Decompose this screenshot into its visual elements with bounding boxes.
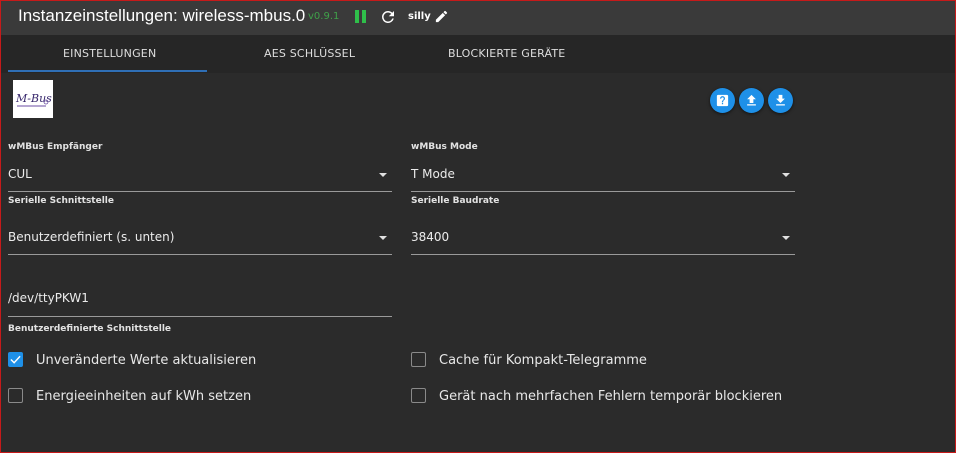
custom-interface-field[interactable] bbox=[8, 287, 392, 317]
baudrate-value: 38400 bbox=[411, 230, 450, 244]
page-title: Instanzeinstellungen: wireless-mbus.0 bbox=[18, 6, 306, 25]
chevron-down-icon bbox=[782, 236, 790, 240]
chevron-down-icon bbox=[379, 173, 387, 177]
compact-cache-label: Cache für Kompakt-Telegramme bbox=[439, 353, 647, 368]
chevron-down-icon bbox=[782, 173, 790, 177]
baudrate-label: Serielle Baudrate bbox=[411, 196, 500, 206]
help-icon bbox=[716, 94, 729, 107]
energy-kwh-checkbox[interactable] bbox=[8, 388, 23, 403]
tab-bar: EINSTELLUNGEN AES SCHLÜSSEL BLOCKIERTE G… bbox=[1, 35, 955, 73]
tab-einstellungen[interactable]: EINSTELLUNGEN bbox=[63, 47, 156, 60]
checkmark-icon bbox=[10, 355, 21, 364]
serial-interface-value: Benutzerdefiniert (s. unten) bbox=[8, 230, 175, 244]
update-unchanged-label: Unveränderte Werte aktualisieren bbox=[36, 353, 257, 368]
upload-button[interactable] bbox=[739, 88, 764, 113]
block-device-label: Gerät nach mehrfachen Fehlern temporär b… bbox=[439, 389, 783, 404]
serial-interface-label: Serielle Schnittstelle bbox=[8, 196, 114, 206]
tab-aes-schluessel[interactable]: AES SCHLÜSSEL bbox=[264, 47, 355, 60]
help-button[interactable] bbox=[710, 88, 735, 113]
receiver-value: CUL bbox=[8, 167, 32, 181]
log-level-label: silly bbox=[408, 11, 431, 22]
reload-icon[interactable] bbox=[379, 8, 397, 26]
serial-interface-select[interactable]: Benutzerdefiniert (s. unten) bbox=[8, 225, 392, 255]
upload-icon bbox=[747, 94, 756, 106]
logo-text: M-Bus bbox=[15, 92, 52, 105]
mode-select[interactable]: T Mode bbox=[411, 162, 795, 192]
compact-cache-checkbox[interactable] bbox=[411, 352, 426, 367]
download-icon bbox=[776, 94, 785, 106]
title-bar: Instanzeinstellungen: wireless-mbus.0 v0… bbox=[1, 1, 955, 35]
custom-interface-label: Benutzerdefinierte Schnittstelle bbox=[8, 324, 172, 334]
mode-value: T Mode bbox=[411, 167, 455, 181]
mbus-logo: M-Bus bbox=[13, 80, 53, 118]
baudrate-select[interactable]: 38400 bbox=[411, 225, 795, 255]
pause-icon[interactable] bbox=[355, 10, 367, 24]
chevron-down-icon bbox=[379, 236, 387, 240]
receiver-select[interactable]: CUL bbox=[8, 162, 392, 192]
tab-blockierte-geraete[interactable]: BLOCKIERTE GERÄTE bbox=[448, 47, 565, 60]
energy-kwh-label: Energieeinheiten auf kWh setzen bbox=[36, 389, 252, 404]
mode-label: wMBus Mode bbox=[411, 142, 478, 152]
version-badge: v0.9.1 bbox=[308, 11, 340, 22]
pencil-icon[interactable] bbox=[434, 9, 449, 24]
block-device-checkbox[interactable] bbox=[411, 388, 426, 403]
custom-interface-input[interactable] bbox=[8, 288, 392, 305]
download-button[interactable] bbox=[768, 88, 793, 113]
receiver-label: wMBus Empfänger bbox=[8, 142, 103, 152]
update-unchanged-checkbox[interactable] bbox=[8, 352, 23, 367]
active-tab-indicator bbox=[8, 70, 207, 72]
